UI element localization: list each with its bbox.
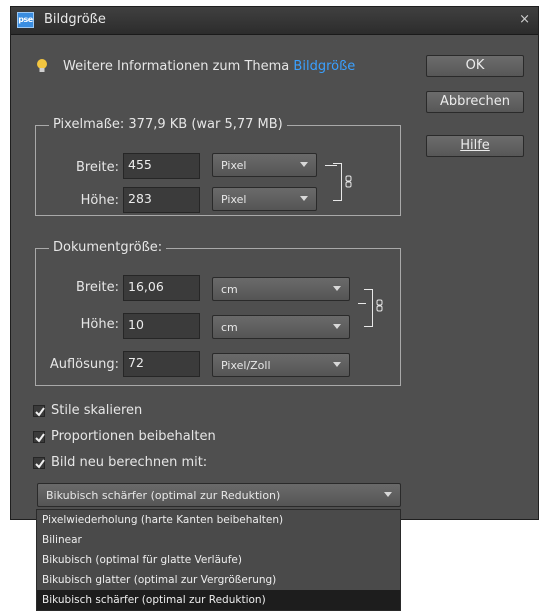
resample-option[interactable]: Bilinear [37,530,400,550]
resample-option[interactable]: Bikubisch (optimal für glatte Verläufe) [37,550,400,570]
resample-option[interactable]: Pixelwiederholung (harte Kanten beibehal… [37,510,400,530]
chain-link-icon [376,299,383,312]
resample-checkbox[interactable] [33,457,45,469]
document-size-legend: Dokumentgröße: [49,240,167,255]
doc-width-unit-value: cm [221,283,238,296]
cancel-button[interactable]: Abbrechen [426,91,524,113]
resample-method-dropdown: Pixelwiederholung (harte Kanten beibehal… [36,509,401,611]
resample-label[interactable]: Bild neu berechnen mit: [51,455,207,470]
info-text: Weitere Informationen zum Thema Bildgröß… [63,59,355,74]
chevron-down-icon [333,324,341,329]
doc-width-input[interactable]: 16,06 [123,275,200,301]
window-title: Bildgröße [44,12,106,27]
lightbulb-icon [37,59,47,72]
ok-button[interactable]: OK [426,55,524,77]
info-link[interactable]: Bildgröße [293,59,355,74]
doc-width-label: Breite: [75,280,119,295]
constrain-proportions-checkbox[interactable] [33,431,45,443]
resample-option[interactable]: Bikubisch glatter (optimal zur Vergrößer… [37,570,400,590]
info-label: Weitere Informationen zum Thema [63,59,290,74]
pixel-width-unit-select[interactable]: Pixel [212,153,317,177]
checkmark-icon [35,407,45,417]
help-button[interactable]: Hilfe [426,135,524,157]
pixel-width-unit-value: Pixel [221,159,247,172]
pixel-dimensions-legend: Pixelmaße: 377,9 KB (war 5,77 MB) [49,117,287,132]
resample-option-selected[interactable]: Bikubisch schärfer (optimal zur Reduktio… [37,590,400,610]
app-icon: pse [17,12,34,28]
chevron-down-icon [300,196,308,201]
pixel-height-unit-select[interactable]: Pixel [212,187,317,211]
resample-method-select[interactable]: Bikubisch schärfer (optimal zur Reduktio… [37,483,401,507]
chain-link-icon [345,175,352,188]
chevron-down-icon [333,286,341,291]
constrain-bracket [333,163,342,201]
pixel-width-label: Breite: [75,160,119,175]
doc-height-label: Höhe: [80,317,119,332]
chevron-down-icon [384,492,392,497]
scale-styles-checkbox[interactable] [33,405,45,417]
pixel-height-unit-value: Pixel [221,193,247,206]
pixel-width-input[interactable]: 455 [123,153,200,179]
chevron-down-icon [333,362,341,367]
resolution-unit-select[interactable]: Pixel/Zoll [212,353,350,377]
help-button-label: Hilfe [460,138,490,153]
resolution-label: Auflösung: [49,357,119,372]
title-bar[interactable]: pse Bildgröße × [11,7,538,35]
resolution-input[interactable]: 72 [123,351,200,377]
checkmark-icon [35,459,45,469]
doc-width-unit-select[interactable]: cm [212,277,350,301]
doc-height-input[interactable]: 10 [123,313,200,339]
scale-styles-label[interactable]: Stile skalieren [51,403,142,418]
constrain-proportions-label[interactable]: Proportionen beibehalten [51,429,216,444]
doc-constrain-bracket [364,289,373,327]
pixel-height-label: Höhe: [80,193,119,208]
resample-method-value: Bikubisch schärfer (optimal zur Reduktio… [46,489,281,502]
close-icon[interactable]: × [519,12,530,27]
checkmark-icon [35,433,45,443]
chevron-down-icon [300,162,308,167]
resolution-unit-value: Pixel/Zoll [221,359,271,372]
doc-height-unit-value: cm [221,321,238,334]
image-size-dialog: pse Bildgröße × Weitere Informationen zu… [10,6,539,520]
pixel-height-input[interactable]: 283 [123,187,200,213]
doc-height-unit-select[interactable]: cm [212,315,350,339]
